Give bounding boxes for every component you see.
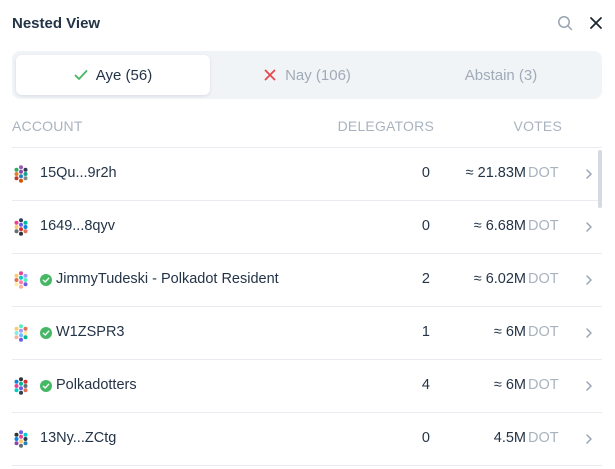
- panel-title: Nested View: [12, 15, 101, 32]
- verified-badge-icon: [40, 327, 52, 339]
- table-row[interactable]: JimmyTudeski - Polkadot Resident 2 ≈ 6.0…: [12, 254, 602, 307]
- column-header-account: ACCOUNT: [12, 118, 83, 134]
- votes-amount: ≈ 6.02M: [473, 271, 526, 287]
- delegators-count: 0: [421, 430, 430, 446]
- tab-aye-label: Aye (56): [95, 66, 153, 84]
- table-row[interactable]: W1ZSPR3 1 ≈ 6M DOT: [12, 307, 602, 360]
- votes-amount: 4.5M: [493, 430, 526, 446]
- chevron-right-icon[interactable]: [584, 326, 594, 340]
- x-icon: [263, 68, 277, 82]
- column-header-delegators: DELEGATORS: [337, 118, 434, 134]
- table-row[interactable]: 15Qu...9r2h 0 ≈ 21.83M DOT: [12, 148, 602, 201]
- table-header: ACCOUNT DELEGATORS VOTES: [12, 112, 602, 140]
- vote-tabs: Aye (56) Nay (106) Abstain (3): [12, 51, 602, 99]
- identicon-avatar: [14, 165, 28, 183]
- check-icon: [74, 68, 88, 82]
- votes-unit: DOT: [528, 430, 559, 446]
- account-name: JimmyTudeski - Polkadot Resident: [56, 271, 279, 287]
- verified-badge-icon: [40, 380, 52, 392]
- panel-header: Nested View: [12, 10, 605, 40]
- votes-amount: ≈ 6M: [493, 377, 526, 393]
- votes-unit: DOT: [528, 165, 559, 181]
- voter-list: 15Qu...9r2h 0 ≈ 21.83M DOT 1649...8qyv 0…: [12, 148, 602, 466]
- votes-unit: DOT: [528, 218, 559, 234]
- chevron-right-icon[interactable]: [584, 273, 594, 287]
- account-name: 15Qu...9r2h: [40, 165, 117, 181]
- votes-unit: DOT: [528, 271, 559, 287]
- tab-nay[interactable]: Nay (106): [210, 55, 404, 95]
- delegators-count: 4: [421, 377, 430, 393]
- delegators-count: 2: [421, 271, 430, 287]
- close-icon[interactable]: [587, 14, 605, 32]
- header-actions: [556, 14, 605, 32]
- chevron-right-icon[interactable]: [584, 220, 594, 234]
- votes-unit: DOT: [528, 324, 559, 340]
- identicon-avatar: [14, 271, 28, 289]
- votes-amount: ≈ 21.83M: [465, 165, 526, 181]
- identicon-avatar: [14, 218, 28, 236]
- identicon-avatar: [14, 377, 28, 395]
- tab-nay-label: Nay (106): [285, 66, 351, 84]
- votes-amount: ≈ 6M: [493, 324, 526, 340]
- account-name: 1649...8qyv: [40, 218, 115, 234]
- delegators-count: 0: [421, 165, 430, 181]
- votes-unit: DOT: [528, 377, 559, 393]
- chevron-right-icon[interactable]: [584, 379, 594, 393]
- tab-aye[interactable]: Aye (56): [16, 55, 210, 95]
- account-name: 13Ny...ZCtg: [40, 430, 117, 446]
- search-icon[interactable]: [556, 14, 574, 32]
- chevron-right-icon[interactable]: [584, 432, 594, 446]
- chevron-right-icon[interactable]: [584, 167, 594, 181]
- table-row[interactable]: Polkadotters 4 ≈ 6M DOT: [12, 360, 602, 413]
- tab-abstain[interactable]: Abstain (3): [404, 55, 598, 95]
- identicon-avatar: [14, 324, 28, 342]
- votes-amount: ≈ 6.68M: [473, 218, 526, 234]
- table-row[interactable]: 1649...8qyv 0 ≈ 6.68M DOT: [12, 201, 602, 254]
- identicon-avatar: [14, 430, 28, 448]
- table-row[interactable]: 13Ny...ZCtg 0 4.5M DOT: [12, 413, 602, 466]
- delegators-count: 0: [421, 218, 430, 234]
- column-header-votes: VOTES: [513, 118, 562, 134]
- account-name: W1ZSPR3: [56, 324, 125, 340]
- nested-view-panel: Nested View Aye (56) Nay (106) Abstain (…: [0, 0, 615, 469]
- delegators-count: 1: [421, 324, 430, 340]
- account-name: Polkadotters: [56, 377, 137, 393]
- verified-badge-icon: [40, 274, 52, 286]
- list-scrollbar[interactable]: [598, 150, 602, 208]
- tab-abstain-label: Abstain (3): [464, 66, 538, 84]
